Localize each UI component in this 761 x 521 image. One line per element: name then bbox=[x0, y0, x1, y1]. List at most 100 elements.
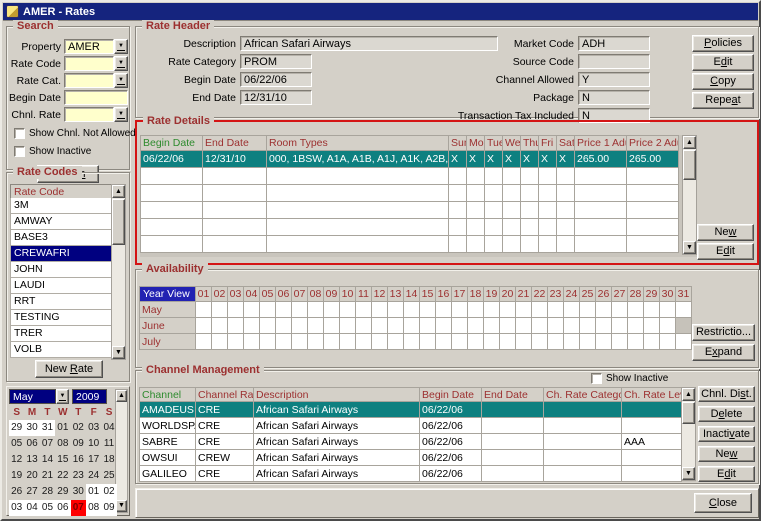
availability-cell[interactable] bbox=[644, 302, 660, 318]
availability-cell[interactable] bbox=[420, 334, 436, 350]
availability-cell[interactable] bbox=[580, 318, 596, 334]
availability-cell[interactable] bbox=[340, 318, 356, 334]
availability-cell[interactable] bbox=[356, 302, 372, 318]
begin-date-input[interactable] bbox=[64, 90, 128, 105]
spinner-down-button[interactable]: ▼ bbox=[116, 500, 127, 512]
availability-cell[interactable] bbox=[324, 318, 340, 334]
property-input[interactable]: AMER bbox=[64, 39, 114, 54]
year-view-header[interactable]: Year View bbox=[140, 287, 196, 302]
calendar-date-cell[interactable]: 28 bbox=[40, 484, 55, 500]
channel-scrollbar[interactable]: ▲ ▼ bbox=[681, 387, 696, 481]
availability-cell[interactable] bbox=[612, 302, 628, 318]
market-code-field[interactable]: ADH bbox=[578, 36, 650, 51]
availability-cell[interactable] bbox=[228, 302, 244, 318]
calendar-date-cell[interactable]: 27 bbox=[24, 484, 39, 500]
show-chnl-not-allowed-checkbox[interactable] bbox=[14, 128, 25, 139]
day-header-28[interactable]: 28 bbox=[628, 287, 644, 302]
calendar-date-cell[interactable]: 13 bbox=[24, 452, 39, 468]
chnl-rate-input[interactable] bbox=[64, 107, 114, 122]
availability-cell[interactable] bbox=[564, 302, 580, 318]
table-row[interactable]: 06/22/0612/31/10000, 1BSW, A1A, A1B, A1J… bbox=[141, 151, 679, 168]
repeat-button[interactable]: Repeat bbox=[692, 92, 754, 109]
availability-cell[interactable] bbox=[404, 318, 420, 334]
column-header-description[interactable]: Description bbox=[254, 388, 420, 402]
calendar-date-cell[interactable]: 29 bbox=[9, 420, 24, 436]
availability-cell[interactable] bbox=[436, 302, 452, 318]
calendar-date-cell[interactable]: 11 bbox=[101, 436, 116, 452]
availability-cell[interactable] bbox=[596, 334, 612, 350]
rate-code-item[interactable]: VOLB bbox=[10, 342, 112, 358]
availability-cell[interactable] bbox=[548, 318, 564, 334]
scroll-down-button[interactable]: ▼ bbox=[683, 241, 696, 254]
calendar-date-cell[interactable]: 02 bbox=[71, 420, 86, 436]
rate-code-input[interactable] bbox=[64, 56, 114, 71]
calendar-date-cell[interactable]: 04 bbox=[101, 420, 116, 436]
availability-cell[interactable] bbox=[516, 302, 532, 318]
availability-cell[interactable] bbox=[388, 318, 404, 334]
availability-cell[interactable] bbox=[276, 334, 292, 350]
scroll-down-button[interactable]: ▼ bbox=[682, 467, 695, 480]
scroll-up-button[interactable]: ▲ bbox=[112, 185, 125, 198]
rate-code-item[interactable]: JOHN bbox=[10, 262, 112, 278]
availability-cell[interactable] bbox=[420, 302, 436, 318]
new-button[interactable]: New bbox=[697, 224, 754, 241]
availability-cell[interactable] bbox=[500, 334, 516, 350]
availability-cell[interactable] bbox=[244, 334, 260, 350]
day-header-10[interactable]: 10 bbox=[340, 287, 356, 302]
availability-cell[interactable] bbox=[628, 302, 644, 318]
availability-cell[interactable] bbox=[404, 302, 420, 318]
chnl-rate-dropdown-button[interactable]: ▼ bbox=[114, 107, 128, 122]
expand-button[interactable]: Expand bbox=[692, 344, 755, 361]
show-inactive-row[interactable]: Show Inactive bbox=[591, 372, 668, 385]
availability-cell[interactable] bbox=[484, 318, 500, 334]
empty-row[interactable] bbox=[141, 236, 679, 253]
calendar-date-cell[interactable]: 03 bbox=[9, 500, 24, 516]
calendar-date-cell[interactable]: 14 bbox=[40, 452, 55, 468]
availability-cell[interactable] bbox=[644, 318, 660, 334]
calendar-date-cell[interactable]: 15 bbox=[55, 452, 70, 468]
day-header-04[interactable]: 04 bbox=[244, 287, 260, 302]
calendar-month-dropdown-button[interactable]: ▼ bbox=[56, 389, 69, 404]
column-header-thu[interactable]: Thu bbox=[521, 136, 539, 151]
availability-cell[interactable] bbox=[212, 334, 228, 350]
calendar-date-cell[interactable]: 25 bbox=[101, 468, 116, 484]
availability-cell[interactable] bbox=[516, 318, 532, 334]
availability-cell[interactable] bbox=[372, 302, 388, 318]
availability-cell[interactable] bbox=[660, 318, 676, 334]
scrollbar-thumb[interactable] bbox=[112, 199, 125, 245]
empty-row[interactable] bbox=[141, 168, 679, 185]
rate-category-field[interactable]: PROM bbox=[240, 54, 312, 69]
day-header-02[interactable]: 02 bbox=[212, 287, 228, 302]
availability-cell[interactable] bbox=[228, 334, 244, 350]
availability-cell[interactable] bbox=[596, 302, 612, 318]
calendar-date-cell[interactable]: 05 bbox=[40, 500, 55, 516]
availability-cell[interactable] bbox=[484, 302, 500, 318]
calendar-date-cell[interactable]: 30 bbox=[24, 420, 39, 436]
availability-cell[interactable] bbox=[244, 318, 260, 334]
column-header-fri[interactable]: Fri bbox=[539, 136, 557, 151]
column-header-mon[interactable]: Mon bbox=[467, 136, 485, 151]
column-header-price-1-adul[interactable]: Price 1 Adul bbox=[575, 136, 627, 151]
table-row[interactable]: WORLDSPACREAfrican Safari Airways06/22/0… bbox=[140, 418, 682, 434]
availability-cell[interactable] bbox=[660, 302, 676, 318]
availability-cell[interactable] bbox=[308, 318, 324, 334]
rate-code-item[interactable]: TRER bbox=[10, 326, 112, 342]
availability-cell[interactable] bbox=[324, 334, 340, 350]
rate-code-item[interactable]: CREWAFRI bbox=[10, 246, 112, 262]
calendar-date-cell[interactable]: 23 bbox=[71, 468, 86, 484]
column-header-begin-date[interactable]: Begin Date bbox=[141, 136, 203, 151]
show-inactive-checkbox[interactable] bbox=[14, 146, 25, 157]
month-label-may[interactable]: May bbox=[140, 302, 196, 318]
availability-cell[interactable] bbox=[436, 334, 452, 350]
availability-cell[interactable] bbox=[500, 302, 516, 318]
availability-cell[interactable] bbox=[580, 334, 596, 350]
table-row[interactable]: SABRECREAfrican Safari Airways06/22/06AA… bbox=[140, 434, 682, 450]
calendar-date-cell[interactable]: 12 bbox=[9, 452, 24, 468]
scroll-up-button[interactable]: ▲ bbox=[682, 388, 695, 401]
close-button[interactable]: Close bbox=[694, 493, 752, 513]
availability-cell[interactable] bbox=[308, 302, 324, 318]
availability-cell[interactable] bbox=[580, 302, 596, 318]
column-header-ch-rate-level[interactable]: Ch. Rate Level bbox=[622, 388, 682, 402]
availability-cell[interactable] bbox=[500, 318, 516, 334]
day-header-24[interactable]: 24 bbox=[564, 287, 580, 302]
